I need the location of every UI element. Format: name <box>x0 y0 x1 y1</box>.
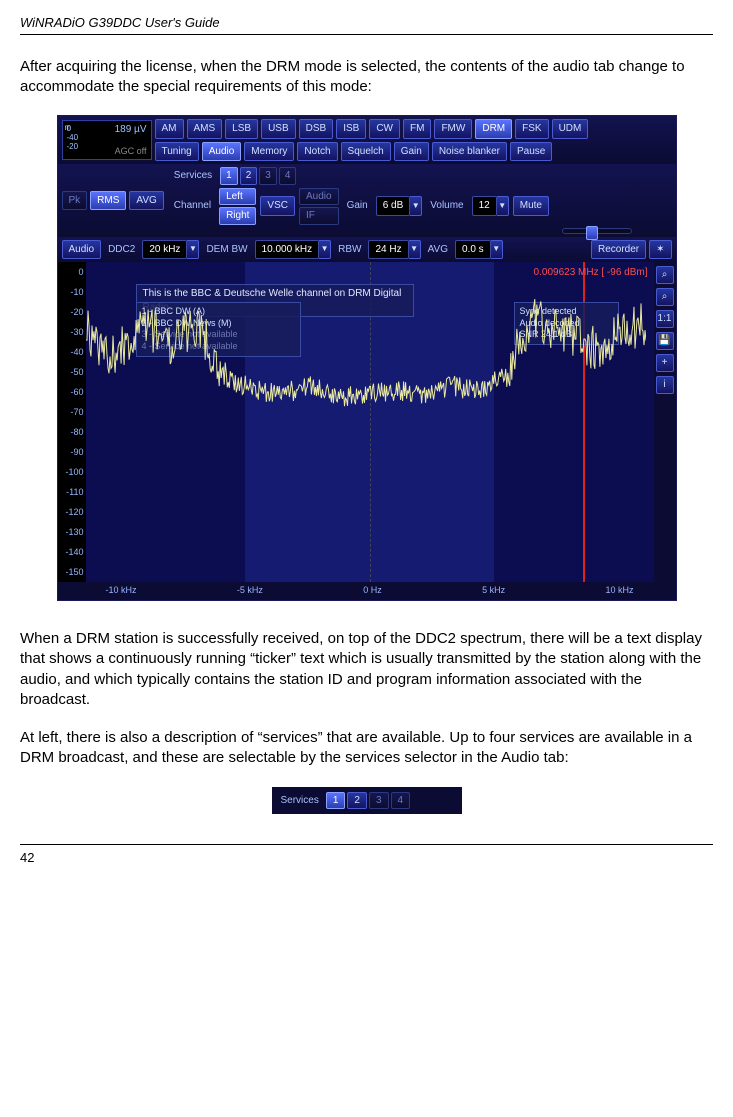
ddc2-bw[interactable]: 20 kHz <box>142 240 187 260</box>
mode-isb-button[interactable]: ISB <box>336 119 366 139</box>
chevron-down-icon[interactable]: ▼ <box>319 240 331 260</box>
selector-service-1-button[interactable]: 1 <box>326 792 346 810</box>
selector-label: Services <box>277 794 323 808</box>
mode-usb-button[interactable]: USB <box>261 119 296 139</box>
gain-label: Gain <box>343 199 372 213</box>
mode-dsb-button[interactable]: DSB <box>299 119 334 139</box>
tab-gain[interactable]: Gain <box>394 142 429 162</box>
mode-fm-button[interactable]: FM <box>403 119 431 139</box>
recorder-settings-icon[interactable]: ✶ <box>649 240 671 260</box>
dem-bw[interactable]: 10.000 kHz <box>255 240 320 260</box>
selector-service-2-button[interactable]: 2 <box>347 792 367 810</box>
page-number: 42 <box>20 844 713 867</box>
signal-meter: m 189 µV 0 -40 -20 AGC off <box>62 120 152 160</box>
left-channel-button[interactable]: Left <box>219 188 256 206</box>
service-3-button[interactable]: 3 <box>259 167 277 185</box>
doc-header: WiNRADiO G39DDC User's Guide <box>20 14 713 35</box>
service-1-button[interactable]: 1 <box>220 167 238 185</box>
y-axis: 0-10-20-30-40-50-60-70-80-90-100-110-120… <box>58 262 86 582</box>
audio-out-button[interactable]: Audio <box>299 188 339 206</box>
service-4-button[interactable]: 4 <box>279 167 297 185</box>
audio-tab-button[interactable]: Audio <box>62 240 102 260</box>
mode-lsb-button[interactable]: LSB <box>225 119 258 139</box>
paragraph-2: When a DRM station is successfully recei… <box>20 629 713 710</box>
selector-service-4-button[interactable]: 4 <box>391 792 411 810</box>
spectrum-tool-0[interactable]: ⌕ <box>656 266 674 284</box>
chevron-down-icon[interactable]: ▼ <box>491 240 503 260</box>
channel-label: Channel <box>170 199 215 213</box>
tab-audio[interactable]: Audio <box>202 142 242 162</box>
volume-value[interactable]: 12 <box>472 196 497 216</box>
mute-button[interactable]: Mute <box>513 196 549 216</box>
service-2-button[interactable]: 2 <box>240 167 258 185</box>
tab-notch[interactable]: Notch <box>297 142 337 162</box>
spectrum-tool-1[interactable]: ⌕ <box>656 288 674 306</box>
tab-memory[interactable]: Memory <box>244 142 294 162</box>
spectrum-trace <box>86 262 646 582</box>
tab-pause[interactable]: Pause <box>510 142 552 162</box>
chevron-down-icon[interactable]: ▼ <box>409 240 421 260</box>
volume-slider[interactable] <box>562 228 632 234</box>
paragraph-3: At left, there is also a description of … <box>20 728 713 769</box>
services-label: Services <box>170 169 216 183</box>
mode-drm-button[interactable]: DRM <box>475 119 512 139</box>
vsc-button[interactable]: VSC <box>260 196 295 216</box>
spectrum-tool-2[interactable]: 1:1 <box>656 310 674 328</box>
meter-value: 189 µV <box>115 123 147 137</box>
spectrum-tool-3[interactable]: 💾 <box>656 332 674 350</box>
rms-button[interactable]: RMS <box>90 191 126 211</box>
tab-noise-blanker[interactable]: Noise blanker <box>432 142 507 162</box>
chevron-down-icon[interactable]: ▼ <box>187 240 199 260</box>
volume-label: Volume <box>426 199 467 213</box>
mode-am-button[interactable]: AM <box>155 119 184 139</box>
spectrum-display[interactable]: 0.009623 MHz [ -96 dBm] This is the BBC … <box>86 262 654 582</box>
x-axis: -10 kHz-5 kHz0 Hz5 kHz10 kHz <box>86 582 654 600</box>
paragraph-1: After acquiring the license, when the DR… <box>20 57 713 98</box>
avg-button[interactable]: AVG <box>129 191 163 211</box>
agc-status: AGC off <box>115 145 147 157</box>
mode-udm-button[interactable]: UDM <box>552 119 589 139</box>
services-selector-image: Services 1234 <box>272 787 462 815</box>
chevron-down-icon[interactable]: ▼ <box>497 196 509 216</box>
recorder-button[interactable]: Recorder <box>591 240 646 260</box>
tab-tuning[interactable]: Tuning <box>155 142 199 162</box>
screenshot-drm-audio-tab: m 189 µV 0 -40 -20 AGC off AMAMSLSBUSBDS… <box>57 115 677 601</box>
pk-button[interactable]: Pk <box>62 191 88 211</box>
mode-cw-button[interactable]: CW <box>369 119 400 139</box>
spectrum-tool-5[interactable]: i <box>656 376 674 394</box>
spectrum-tool-icons: ⌕ ⌕ 1:1 💾 + i <box>654 262 676 582</box>
tab-squelch[interactable]: Squelch <box>341 142 391 162</box>
spectrum-tool-4[interactable]: + <box>656 354 674 372</box>
right-channel-button[interactable]: Right <box>219 207 256 225</box>
chevron-down-icon[interactable]: ▼ <box>410 196 422 216</box>
mode-ams-button[interactable]: AMS <box>187 119 223 139</box>
selector-service-3-button[interactable]: 3 <box>369 792 389 810</box>
rbw[interactable]: 24 Hz <box>368 240 408 260</box>
avg-time[interactable]: 0.0 s <box>455 240 491 260</box>
mode-fsk-button[interactable]: FSK <box>515 119 548 139</box>
gain-value[interactable]: 6 dB <box>376 196 411 216</box>
mode-fmw-button[interactable]: FMW <box>434 119 472 139</box>
if-out-button[interactable]: IF <box>299 207 339 225</box>
